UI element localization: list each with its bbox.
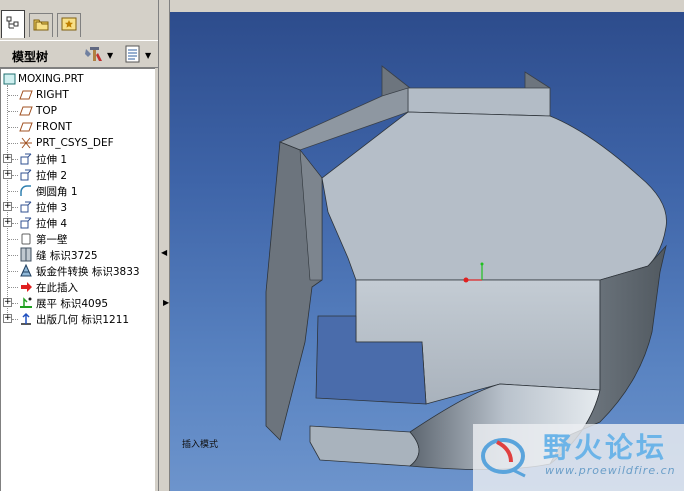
top-flange bbox=[407, 87, 551, 117]
model-tree-header: 模型树 ▼ ▼ bbox=[0, 40, 158, 68]
favorites-tab[interactable] bbox=[57, 13, 81, 37]
watermark-url: www.proewildfire.cn bbox=[545, 464, 676, 477]
tree-settings-button[interactable]: ▼ bbox=[124, 45, 156, 65]
extrude-icon bbox=[19, 152, 33, 166]
viewport-top-border bbox=[170, 0, 684, 12]
tree-tools-button[interactable]: ▼ bbox=[84, 45, 118, 65]
extrude-icon bbox=[19, 216, 33, 230]
round-icon bbox=[19, 184, 33, 198]
tree-item-extrude-1[interactable]: + 拉伸 1 bbox=[1, 151, 151, 167]
tree-item-sheetmetal-convert[interactable]: 钣金件转换 标识3833 bbox=[1, 263, 156, 279]
tree-item-unbend[interactable]: + 展平 标识4095 bbox=[1, 295, 151, 311]
settings-icon bbox=[124, 45, 142, 66]
tree-item-label: 拉伸 2 bbox=[36, 169, 68, 182]
tree-item-label: 缝 标识3725 bbox=[36, 249, 98, 262]
tree-item-csys[interactable]: PRT_CSYS_DEF bbox=[1, 135, 151, 151]
collapse-left-icon[interactable]: ◀ bbox=[161, 248, 167, 257]
expand-icon[interactable]: + bbox=[3, 170, 12, 179]
model-tree-title: 模型树 bbox=[12, 50, 49, 64]
tree-item-label: RIGHT bbox=[36, 89, 69, 101]
chevron-down-icon: ▼ bbox=[145, 50, 152, 60]
tree-item-extrude-3[interactable]: + 拉伸 3 bbox=[1, 199, 151, 215]
tree-item-root-part[interactable]: MOXING.PRT bbox=[1, 71, 151, 87]
datum-plane-icon bbox=[19, 104, 33, 118]
tree-item-label: 钣金件转换 标识3833 bbox=[36, 265, 140, 278]
datum-plane-icon bbox=[19, 88, 33, 102]
watermark-title: 野火论坛 bbox=[543, 431, 668, 464]
tree-item-extrude-2[interactable]: + 拉伸 2 bbox=[1, 167, 151, 183]
first-wall-icon bbox=[19, 232, 33, 246]
tree-item-label: MOXING.PRT bbox=[18, 73, 84, 85]
expand-icon[interactable]: + bbox=[3, 218, 12, 227]
navigator-tab-bar bbox=[0, 0, 158, 40]
tree-item-round-1[interactable]: 倒圆角 1 bbox=[1, 183, 151, 199]
expand-icon[interactable]: + bbox=[3, 202, 12, 211]
tree-item-datum-top[interactable]: TOP bbox=[1, 103, 151, 119]
datum-plane-icon bbox=[19, 120, 33, 134]
model-tree-icon bbox=[6, 16, 20, 33]
extrude-icon bbox=[19, 200, 33, 214]
mode-status-text: 插入模式 bbox=[182, 440, 219, 450]
tree-item-datum-front[interactable]: FRONT bbox=[1, 119, 151, 135]
unbend-icon bbox=[19, 295, 33, 309]
expand-icon[interactable]: + bbox=[3, 154, 12, 163]
tree-item-datum-right[interactable]: RIGHT bbox=[1, 87, 151, 103]
expand-right-icon[interactable]: ▶ bbox=[163, 298, 169, 307]
tree-item-label: 第一壁 bbox=[36, 233, 68, 246]
sheetmetal-convert-icon bbox=[19, 263, 33, 277]
tree-item-label: 拉伸 1 bbox=[36, 153, 68, 166]
watermark: 野火论坛 www.proewildfire.cn bbox=[473, 424, 684, 491]
tree-item-label: 在此插入 bbox=[36, 281, 78, 294]
model-tree-tab[interactable] bbox=[1, 10, 25, 38]
panel-splitter[interactable]: ◀ ▶ bbox=[158, 0, 170, 491]
tree-item-label: 拉伸 3 bbox=[36, 201, 68, 214]
tree-item-extrude-4[interactable]: + 拉伸 4 bbox=[1, 215, 151, 231]
favorites-icon bbox=[61, 16, 77, 35]
publish-geometry-icon bbox=[19, 311, 33, 325]
sheet-metal-model[interactable] bbox=[170, 12, 684, 491]
tree-item-publish-geometry[interactable]: + 出版几何 标识1211 bbox=[1, 311, 151, 327]
tree-item-label: 拉伸 4 bbox=[36, 217, 68, 230]
tree-item-label: 展平 标识4095 bbox=[36, 297, 109, 310]
tree-item-seam[interactable]: 缝 标识3725 bbox=[1, 247, 151, 263]
extrude-icon bbox=[19, 168, 33, 182]
chevron-down-icon: ▼ bbox=[107, 50, 114, 60]
seam-icon bbox=[19, 247, 33, 262]
insert-here-arrow-icon bbox=[19, 280, 33, 294]
tree-item-label: PRT_CSYS_DEF bbox=[36, 137, 114, 149]
folder-icon bbox=[33, 16, 49, 35]
bottom-strip-left bbox=[309, 425, 420, 467]
tree-item-label: 倒圆角 1 bbox=[36, 185, 78, 198]
model-tree-panel: 模型树 ▼ ▼ MOXING.PRT RIGHT TOP FRONT PRT_C… bbox=[0, 0, 158, 491]
tree-item-label: FRONT bbox=[36, 121, 72, 133]
part-icon bbox=[3, 72, 17, 86]
expand-icon[interactable]: + bbox=[3, 298, 12, 307]
graphics-viewport[interactable]: 插入模式 bbox=[170, 12, 684, 491]
tree-item-label: 出版几何 标识1211 bbox=[36, 313, 130, 326]
forum-logo-icon bbox=[479, 430, 535, 480]
tools-icon bbox=[84, 45, 104, 66]
origin-point bbox=[463, 277, 469, 283]
expand-icon[interactable]: + bbox=[3, 314, 12, 323]
folder-browser-tab[interactable] bbox=[29, 13, 53, 37]
tree-item-label: TOP bbox=[36, 105, 58, 117]
model-tree: MOXING.PRT RIGHT TOP FRONT PRT_CSYS_DEF … bbox=[0, 68, 155, 491]
tree-item-insert-here[interactable]: 在此插入 bbox=[1, 279, 151, 295]
coordinate-system-icon bbox=[19, 136, 33, 150]
tree-item-first-wall[interactable]: 第一壁 bbox=[1, 231, 151, 247]
top-face bbox=[321, 111, 667, 281]
